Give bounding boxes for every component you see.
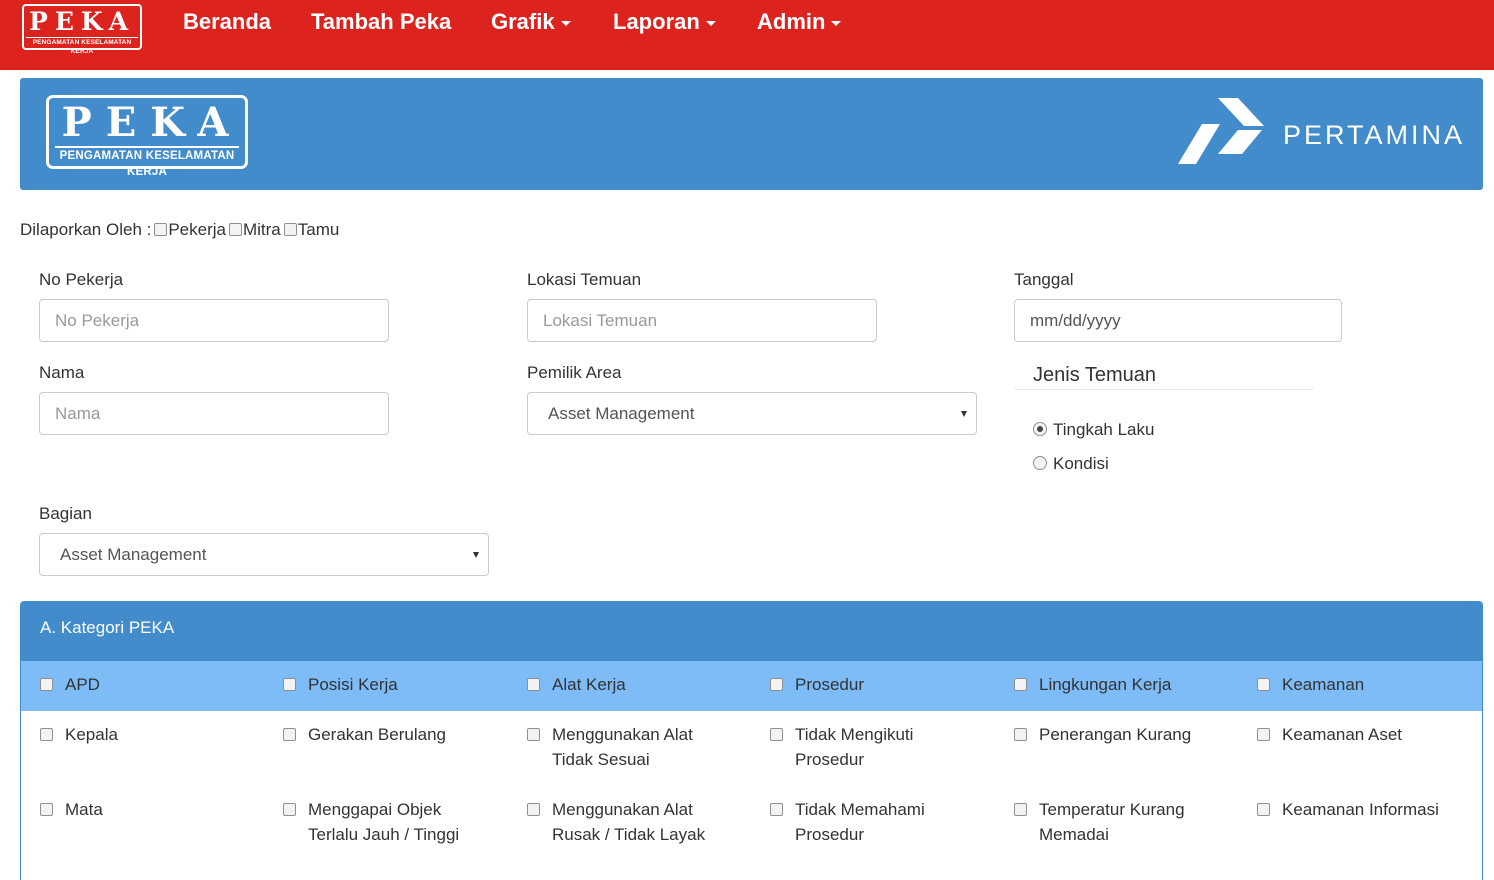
checkbox[interactable] bbox=[40, 728, 53, 741]
caret-down-icon bbox=[705, 20, 716, 26]
nav-item-label: Beranda bbox=[183, 9, 272, 34]
checkbox[interactable] bbox=[527, 803, 540, 816]
subcategory-label: Penerangan Kurang bbox=[1039, 725, 1192, 744]
pemilik-area-select-value: Asset Management bbox=[548, 404, 695, 423]
subcategory-label: Menggunakan Alat Rusak / Tidak Layak bbox=[552, 800, 706, 844]
subcategory-label: Mata bbox=[65, 800, 103, 819]
checkbox[interactable] bbox=[283, 728, 296, 741]
checkbox[interactable] bbox=[40, 678, 53, 691]
subcategory-label: Tidak Mengikuti Prosedur bbox=[795, 725, 914, 769]
no-pekerja-input[interactable]: No Pekerja bbox=[39, 299, 389, 342]
bagian-select[interactable]: Asset Management bbox=[39, 533, 489, 576]
navbar-logo[interactable]: PEKA PENGAMATAN KESELAMATAN KERJA bbox=[22, 4, 142, 55]
nav-item-admin[interactable]: Admin bbox=[757, 8, 842, 36]
nav-item-tambah-peka[interactable]: Tambah Peka bbox=[311, 8, 451, 36]
nav-item-grafik[interactable]: Grafik bbox=[491, 8, 571, 36]
radio-option-kondisi[interactable]: Kondisi bbox=[1033, 453, 1109, 475]
checkbox[interactable] bbox=[770, 678, 783, 691]
checkbox[interactable] bbox=[527, 728, 540, 741]
category-label: Lingkungan Kerja bbox=[1039, 675, 1172, 694]
nav-item-label: Admin bbox=[757, 9, 826, 34]
checkbox[interactable] bbox=[770, 803, 783, 816]
caret-down-icon bbox=[831, 20, 842, 26]
lokasi-temuan-label: Lokasi Temuan bbox=[527, 270, 642, 289]
category-label: Prosedur bbox=[795, 675, 864, 694]
checkbox[interactable] bbox=[283, 678, 296, 691]
radio-option-tingkah-laku[interactable]: Tingkah Laku bbox=[1033, 419, 1154, 441]
category-label: Keamanan bbox=[1282, 675, 1365, 694]
peka-logo-title: PEKA bbox=[61, 99, 243, 146]
pemilik-area-select[interactable]: Asset Management bbox=[527, 392, 977, 435]
bagian-label: Bagian bbox=[39, 504, 92, 523]
navbar-logo-title: PEKA bbox=[29, 7, 135, 36]
no-pekerja-label: No Pekerja bbox=[39, 270, 124, 289]
subcategory-label: Menggapai Objek Terlalu Jauh / Tinggi bbox=[308, 800, 460, 844]
subcategory-label: Kepala bbox=[65, 725, 118, 744]
nav-item-laporan[interactable]: Laporan bbox=[613, 8, 716, 36]
kategori-peka-panel: A. Kategori PEKA APD Posisi Kerja Alat K… bbox=[20, 601, 1483, 880]
option-label: Tamu bbox=[297, 220, 340, 239]
subcategory-label: Temperatur Kurang Memadai bbox=[1039, 800, 1185, 844]
pemilik-area-label: Pemilik Area bbox=[527, 363, 622, 382]
subcategory-label: Menggunakan Alat Tidak Sesuai bbox=[552, 725, 693, 769]
checkbox-mitra[interactable] bbox=[228, 223, 242, 236]
option-label: Pekerja bbox=[168, 220, 226, 239]
checkbox[interactable] bbox=[770, 728, 783, 741]
caret-down-icon bbox=[560, 20, 571, 26]
tanggal-date-input[interactable]: mm/dd/yyyy bbox=[1014, 299, 1342, 342]
category-label: Alat Kerja bbox=[552, 675, 626, 694]
jenis-temuan-legend: Jenis Temuan bbox=[1014, 362, 1314, 390]
radio-button[interactable] bbox=[1033, 422, 1047, 436]
checkbox[interactable] bbox=[1014, 678, 1027, 691]
checkbox[interactable] bbox=[1257, 803, 1270, 816]
checkbox[interactable] bbox=[40, 803, 53, 816]
radio-label: Tingkah Laku bbox=[1053, 420, 1155, 439]
checkbox-tamu[interactable] bbox=[283, 223, 297, 236]
bagian-select-value: Asset Management bbox=[60, 545, 207, 564]
reported-by-group: Dilaporkan Oleh : Pekerja Mitra Tamu bbox=[20, 219, 339, 241]
subcategory-label: Keamanan Informasi bbox=[1282, 800, 1439, 819]
radio-label: Kondisi bbox=[1053, 454, 1109, 473]
checkbox[interactable] bbox=[1257, 728, 1270, 741]
radio-button[interactable] bbox=[1033, 456, 1047, 470]
subcategory-label: Gerakan Berulang bbox=[308, 725, 446, 744]
checkbox[interactable] bbox=[1014, 803, 1027, 816]
nama-input[interactable]: Nama bbox=[39, 392, 389, 435]
peka-logo-subtitle: PENGAMATAN KESELAMATAN KERJA bbox=[55, 146, 239, 180]
checkbox[interactable] bbox=[283, 803, 296, 816]
pertamina-wordmark: PERTAMINA bbox=[1283, 120, 1466, 150]
nav-item-beranda[interactable]: Beranda bbox=[183, 8, 271, 36]
nav-item-label: Grafik bbox=[491, 9, 555, 34]
nama-label: Nama bbox=[39, 363, 85, 382]
pertamina-logo-icon bbox=[1178, 98, 1264, 164]
nav-item-label: Laporan bbox=[613, 9, 700, 34]
checkbox[interactable] bbox=[527, 678, 540, 691]
dropdown-arrow-icon bbox=[473, 552, 479, 558]
subcategory-label: Tidak Memahami Prosedur bbox=[795, 800, 925, 844]
category-label: APD bbox=[65, 675, 100, 694]
lokasi-temuan-input[interactable]: Lokasi Temuan bbox=[527, 299, 877, 342]
category-label: Posisi Kerja bbox=[308, 675, 398, 694]
checkbox[interactable] bbox=[1014, 728, 1027, 741]
nav-item-label: Tambah Peka bbox=[311, 9, 452, 34]
reported-by-label: Dilaporkan Oleh : bbox=[20, 220, 152, 239]
peka-logo: PEKA PENGAMATAN KESELAMATAN KERJA bbox=[46, 95, 248, 178]
dropdown-arrow-icon bbox=[961, 411, 967, 417]
checkbox-pekerja[interactable] bbox=[154, 223, 168, 236]
subcategory-label: Keamanan Aset bbox=[1282, 725, 1403, 744]
panel-title: A. Kategori PEKA bbox=[21, 602, 1482, 661]
option-label: Mitra bbox=[242, 220, 281, 239]
navbar: PEKA PENGAMATAN KESELAMATAN KERJA Berand… bbox=[0, 0, 1494, 70]
header-banner: PEKA PENGAMATAN KESELAMATAN KERJA PERTAM… bbox=[20, 78, 1483, 190]
navbar-logo-subtitle: PENGAMATAN KESELAMATAN KERJA bbox=[26, 37, 138, 56]
tanggal-label: Tanggal bbox=[1014, 270, 1074, 289]
category-header-row: APD Posisi Kerja Alat Kerja Prosedur Lin… bbox=[21, 661, 1482, 711]
checkbox[interactable] bbox=[1257, 678, 1270, 691]
